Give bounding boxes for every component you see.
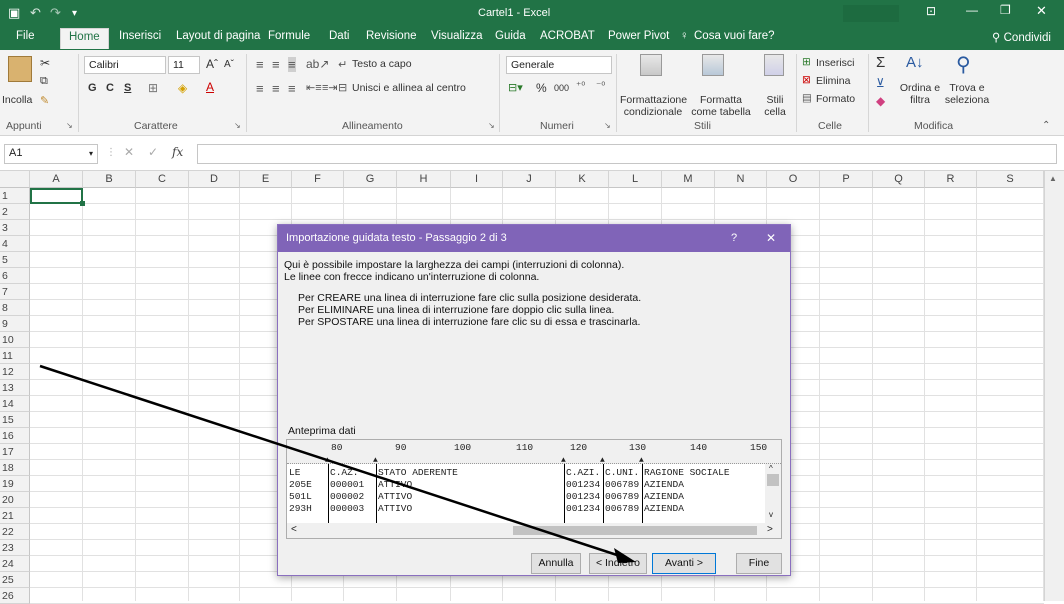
arrow-head-icon <box>614 548 636 563</box>
annotation-arrow <box>39 364 636 563</box>
